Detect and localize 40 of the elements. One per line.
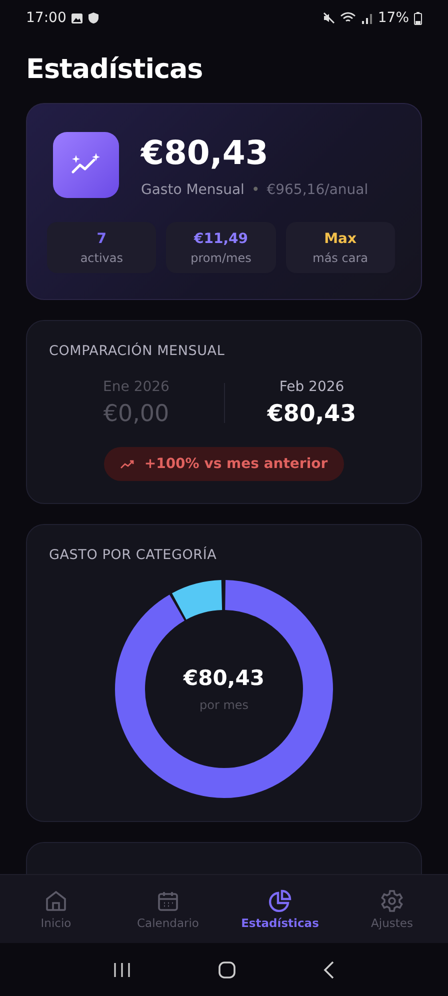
- donut-total: €80,43: [183, 666, 265, 690]
- tab-home[interactable]: Inicio: [0, 875, 112, 943]
- back-icon[interactable]: [322, 960, 335, 978]
- month-label: Feb 2026: [279, 379, 344, 395]
- page-title: Estadísticas: [26, 54, 204, 85]
- stat-label: activas: [80, 251, 124, 265]
- month-amount: €0,00: [103, 401, 170, 427]
- tab-stats[interactable]: Estadísticas: [224, 875, 336, 943]
- monthly-amount: €80,43: [141, 132, 270, 172]
- stat-label: más cara: [312, 251, 368, 265]
- month-label: Ene 2026: [103, 379, 170, 395]
- pie-chart-icon: [268, 888, 292, 912]
- stat-value: 7: [96, 231, 107, 247]
- section-heading: COMPARACIÓN MENSUAL: [49, 343, 226, 359]
- battery-percent: 17%: [378, 10, 409, 26]
- section-heading: GASTO POR CATEGORÍA: [49, 547, 218, 563]
- tab-calendar[interactable]: Calendario: [112, 875, 224, 943]
- home-button-icon[interactable]: [218, 960, 236, 978]
- battery-icon: [414, 12, 422, 24]
- monthly-label: Gasto Mensual: [141, 182, 244, 198]
- stat-label: prom/mes: [190, 251, 252, 265]
- gallery-icon: [71, 12, 84, 24]
- trend-up-icon: [120, 459, 136, 469]
- stat-value: Max: [324, 231, 357, 247]
- home-icon: [44, 888, 68, 912]
- change-text: +100% vs mes anterior: [144, 456, 328, 472]
- annual-amount: €965,16/anual: [266, 182, 368, 198]
- trend-app-icon: [53, 132, 119, 198]
- settings-icon: [380, 888, 404, 912]
- signal-icon: [360, 12, 373, 24]
- status-time: 17:00: [26, 10, 66, 26]
- shield-icon: [88, 12, 100, 24]
- separator-dot: •: [251, 182, 260, 198]
- mute-icon: [322, 12, 335, 24]
- recent-apps-icon[interactable]: [113, 962, 132, 978]
- donut-caption: por mes: [199, 698, 249, 712]
- tab-settings[interactable]: Ajustes: [336, 875, 448, 943]
- month-amount: €80,43: [267, 401, 356, 427]
- stat-value: €11,49: [194, 231, 248, 247]
- wifi-icon: [340, 12, 356, 24]
